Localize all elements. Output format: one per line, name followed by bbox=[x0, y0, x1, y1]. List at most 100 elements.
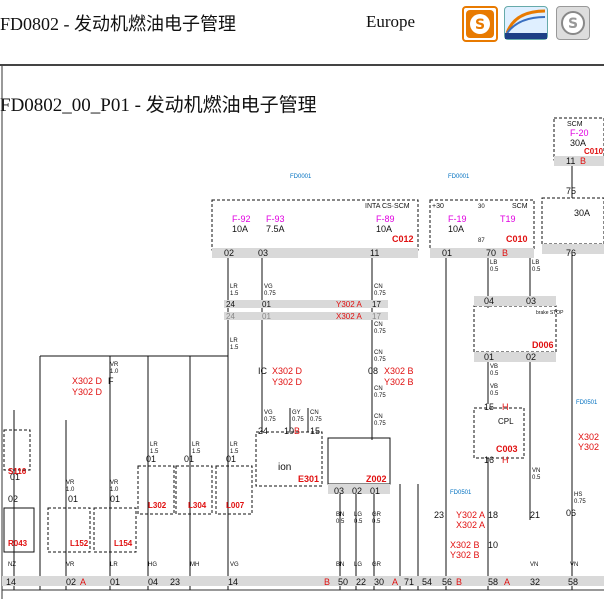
pin-number: 02 bbox=[352, 486, 362, 496]
component-code: E301 bbox=[298, 474, 319, 484]
x302-pin: 17 bbox=[372, 312, 381, 321]
pin-number: 03 bbox=[526, 296, 536, 306]
fuse-box-tag: +30 bbox=[432, 203, 444, 210]
wire-color: VR bbox=[66, 480, 75, 486]
bottom-pin: 23 bbox=[170, 577, 180, 587]
bottom-pin: A bbox=[504, 577, 510, 587]
bottom-pin: 02 bbox=[66, 577, 76, 587]
wire-gauge: 0.75 bbox=[264, 291, 276, 297]
fuse-ref: FD0001 bbox=[290, 174, 312, 180]
bottom-pin: 71 bbox=[404, 577, 414, 587]
pin-number: 02 bbox=[8, 494, 18, 504]
bottom-pin: B bbox=[324, 577, 330, 587]
connector-code: Y302 D bbox=[272, 377, 303, 387]
x302-pin: 01 bbox=[262, 300, 271, 309]
right-pin: 10 bbox=[488, 540, 498, 550]
wire-color: LR bbox=[230, 338, 238, 344]
wire-color: CN bbox=[310, 410, 319, 416]
wire-color: VR bbox=[66, 562, 75, 568]
x302-pin: X302 A bbox=[336, 312, 362, 321]
connector-code: Y302 B bbox=[384, 377, 414, 387]
wire-gauge: 1.5 bbox=[230, 345, 239, 351]
fuse-ref: FD0001 bbox=[448, 174, 470, 180]
wire-color: VR bbox=[110, 480, 119, 486]
connector-code: C010 bbox=[584, 147, 604, 156]
wire-color: LR bbox=[192, 442, 200, 448]
pin-number: 04 bbox=[484, 296, 494, 306]
fuse-ref: FD0501 bbox=[576, 400, 598, 406]
right-pin: X302 A bbox=[456, 520, 485, 530]
pin-number: 70 bbox=[486, 248, 496, 258]
wire-color: CN bbox=[374, 350, 383, 356]
wire-gauge: 0.75 bbox=[374, 291, 386, 297]
pin-number: 01 bbox=[110, 494, 120, 504]
connector-code: C012 bbox=[392, 234, 414, 244]
bottom-pin: 56 bbox=[442, 577, 452, 587]
pin-number: 16 bbox=[484, 455, 494, 465]
bottom-pin: 50 bbox=[338, 577, 348, 587]
wire-color: LR bbox=[230, 284, 238, 290]
wire-gauge: 0.75 bbox=[574, 499, 586, 505]
relay-id: T19 bbox=[500, 214, 516, 224]
right-pin: 18 bbox=[488, 510, 498, 520]
right-pin: 23 bbox=[434, 510, 444, 520]
x302-pin: 24 bbox=[226, 300, 235, 309]
wiring-diagram: FD0001INTA CS·SCMC012F-9210AF-937.5AF-89… bbox=[1, 66, 604, 599]
wire-color: LB bbox=[490, 260, 497, 266]
pin-number: 76 bbox=[566, 248, 576, 258]
pin-number: 01 bbox=[146, 454, 156, 464]
pin-number: 01 bbox=[68, 494, 78, 504]
wire-gauge: 0.75 bbox=[374, 421, 386, 427]
wire-gauge: 0.5 bbox=[490, 371, 499, 377]
wire-color: LR bbox=[230, 442, 238, 448]
wire-gauge: 0.75 bbox=[374, 393, 386, 399]
wire-color: VG bbox=[264, 410, 273, 416]
component-code: CPL bbox=[498, 417, 514, 426]
wire-color: VB bbox=[490, 384, 498, 390]
right-pin: Y302 B bbox=[450, 550, 480, 560]
wire-color: LR bbox=[150, 442, 158, 448]
wire-color: CN bbox=[374, 284, 383, 290]
wire-color: GR bbox=[372, 562, 382, 568]
component-code: L304 bbox=[188, 501, 207, 510]
bottom-pin: A bbox=[392, 577, 398, 587]
pin-number: 11 bbox=[566, 156, 575, 166]
fuse-amp: 10A bbox=[232, 224, 248, 234]
x302-pin: 24 bbox=[226, 312, 235, 321]
pin-number: B bbox=[294, 426, 300, 436]
wire-gauge: 0.5 bbox=[490, 391, 499, 397]
wire-gauge: 1.0 bbox=[110, 369, 119, 375]
wire-gauge: 0.75 bbox=[310, 417, 322, 423]
pin-letter: IC bbox=[258, 366, 268, 376]
wire-color: VN bbox=[532, 468, 540, 474]
wire-gauge: 0.5 bbox=[532, 475, 541, 481]
wire-gauge: 0.5 bbox=[354, 519, 363, 525]
connector-code: C010 bbox=[506, 234, 528, 244]
bottom-pin: 32 bbox=[530, 577, 540, 587]
bottom-pin: B bbox=[456, 577, 462, 587]
wire-gauge: 0.75 bbox=[374, 357, 386, 363]
wire-color: MH bbox=[190, 562, 199, 568]
wire-color: CN bbox=[374, 322, 383, 328]
pin-number: 06 bbox=[566, 508, 576, 518]
fuse-amp: 10A bbox=[376, 224, 392, 234]
fuse-id: F-92 bbox=[232, 214, 251, 224]
wire-color: VN bbox=[530, 562, 538, 568]
fuse-ref: FD0501 bbox=[450, 490, 472, 496]
bottom-pin: 58 bbox=[568, 577, 578, 587]
fuse-id: F-93 bbox=[266, 214, 285, 224]
pin-number: 01 bbox=[484, 352, 494, 362]
bottom-pin: 01 bbox=[110, 577, 120, 587]
pin-letter: B bbox=[502, 248, 508, 258]
bottom-pin: 54 bbox=[422, 577, 432, 587]
wire-gauge: 0.5 bbox=[490, 267, 499, 273]
component-code: Z002 bbox=[366, 474, 387, 484]
fuse-id: F-19 bbox=[448, 214, 467, 224]
x302-pin: Y302 A bbox=[336, 300, 362, 309]
wire-color: VG bbox=[264, 284, 273, 290]
bottom-pin: 04 bbox=[148, 577, 158, 587]
connector-code: Y302 D bbox=[72, 387, 103, 397]
fuse-amp: 10A bbox=[448, 224, 464, 234]
fuse-amp: 30A bbox=[574, 208, 590, 218]
fuse-box-tag: SCM bbox=[512, 203, 528, 210]
